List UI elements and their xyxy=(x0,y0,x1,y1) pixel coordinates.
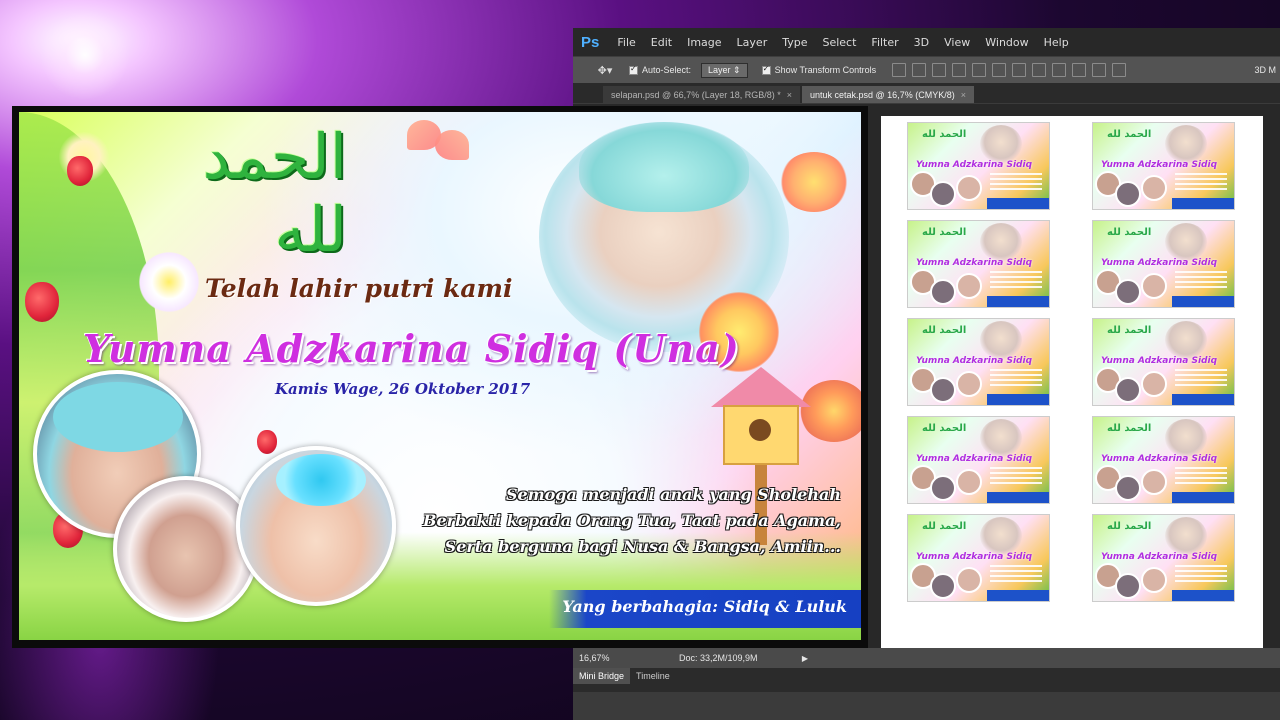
auto-select-option[interactable]: Auto-Select: xyxy=(629,64,692,75)
menu-layer[interactable]: Layer xyxy=(737,36,768,49)
auto-select-dropdown[interactable]: Layer ⇕ xyxy=(701,62,748,78)
menu-type[interactable]: Type xyxy=(782,36,807,49)
menu-bar: Ps File Edit Image Layer Type Select Fil… xyxy=(573,28,1280,56)
zoom-level[interactable]: 16,67% xyxy=(579,653,629,663)
print-sheet[interactable]: الحمد لله Yumna Adzkarina Sidiq الحمد لله… xyxy=(881,116,1263,648)
thumbnail-card: الحمد لله Yumna Adzkarina Sidiq xyxy=(1092,220,1235,308)
thumbnail-card: الحمد لله Yumna Adzkarina Sidiq xyxy=(907,416,1050,504)
menu-edit[interactable]: Edit xyxy=(651,36,672,49)
strawberry-decoration xyxy=(67,156,93,186)
align-right-icon[interactable] xyxy=(992,63,1007,77)
thumbnail-card: الحمد لله Yumna Adzkarina Sidiq xyxy=(1092,122,1235,210)
distribute-bottom-icon[interactable] xyxy=(1052,63,1067,77)
flower-decoration xyxy=(779,152,849,212)
tab-timeline[interactable]: Timeline xyxy=(630,668,676,684)
menu-image[interactable]: Image xyxy=(687,36,721,49)
status-bar: 16,67% Doc: 33,2M/109,9M ▶ xyxy=(573,648,1280,668)
close-icon[interactable]: × xyxy=(787,90,792,100)
distribute-hcenter-icon[interactable] xyxy=(1092,63,1107,77)
auto-select-label: Auto-Select: xyxy=(642,65,692,75)
baby-hat-photo xyxy=(579,122,749,212)
menu-help[interactable]: Help xyxy=(1044,36,1069,49)
thumbnail-card: الحمد لله Yumna Adzkarina Sidiq xyxy=(907,514,1050,602)
tab-label: untuk cetak.psd @ 16,7% (CMYK/8) xyxy=(810,89,955,100)
distribute-left-icon[interactable] xyxy=(1072,63,1087,77)
status-menu-arrow-icon[interactable]: ▶ xyxy=(799,652,811,664)
align-bottom-icon[interactable] xyxy=(932,63,947,77)
strawberry-decoration xyxy=(257,430,277,454)
align-vcenter-icon[interactable] xyxy=(912,63,927,77)
thumbnail-card: الحمد لله Yumna Adzkarina Sidiq xyxy=(1092,416,1235,504)
bottom-panel-tabs: Mini Bridge Timeline xyxy=(573,668,1280,692)
tab-selapan[interactable]: selapan.psd @ 66,7% (Layer 18, RGB/8) * … xyxy=(603,86,800,103)
menu-view[interactable]: View xyxy=(944,36,970,49)
wish-line: Berbakti kepada Orang Tua, Taat pada Aga… xyxy=(422,511,841,530)
photoshop-logo: Ps xyxy=(581,33,600,51)
options-bar: ✥▾ Auto-Select: Layer ⇕ Show Transform C… xyxy=(573,56,1280,83)
menu-filter[interactable]: Filter xyxy=(871,36,898,49)
auto-select-value: Layer xyxy=(708,64,731,75)
document-tabs: selapan.psd @ 66,7% (Layer 18, RGB/8) * … xyxy=(573,83,1280,103)
thumbnail-card: الحمد لله Yumna Adzkarina Sidiq xyxy=(907,122,1050,210)
move-tool-icon[interactable]: ✥▾ xyxy=(593,61,617,79)
distribute-vcenter-icon[interactable] xyxy=(1032,63,1047,77)
butterfly-decoration xyxy=(397,112,477,182)
show-transform-checkbox[interactable] xyxy=(761,64,771,75)
light-glow xyxy=(40,10,130,100)
menu-3d[interactable]: 3D xyxy=(914,36,929,49)
align-top-icon[interactable] xyxy=(892,63,907,77)
wish-line: Serta berguna bagi Nusa & Bangsa, Amiin.… xyxy=(444,537,841,556)
distribute-top-icon[interactable] xyxy=(1012,63,1027,77)
thumbnail-card: الحمد لله Yumna Adzkarina Sidiq xyxy=(907,318,1050,406)
thumbnail-card: الحمد لله Yumna Adzkarina Sidiq xyxy=(1092,514,1235,602)
baby-name: Yumna Adzkarina Sidiq (Una) xyxy=(83,326,740,371)
show-transform-label: Show Transform Controls xyxy=(774,65,877,75)
menu-window[interactable]: Window xyxy=(985,36,1028,49)
align-hcenter-icon[interactable] xyxy=(972,63,987,77)
wishes-text: Semoga menjadi anak yang Sholehah Berbak… xyxy=(423,482,841,560)
auto-select-checkbox[interactable] xyxy=(629,64,638,75)
show-transform-option[interactable]: Show Transform Controls xyxy=(761,64,877,75)
baby-photo-circle xyxy=(113,476,259,622)
doc-size: Doc: 33,2M/109,9M xyxy=(679,653,758,663)
thumbnail-card: الحمد لله Yumna Adzkarina Sidiq xyxy=(1092,318,1235,406)
menu-file[interactable]: File xyxy=(617,36,635,49)
parents-signature: Yang berbahagia: Sidiq & Luluk xyxy=(562,597,847,616)
tab-untuk-cetak[interactable]: untuk cetak.psd @ 16,7% (CMYK/8) × xyxy=(802,86,974,103)
close-icon[interactable]: × xyxy=(961,90,966,100)
tab-label: selapan.psd @ 66,7% (Layer 18, RGB/8) * xyxy=(611,89,781,100)
thumbnail-card: الحمد لله Yumna Adzkarina Sidiq xyxy=(907,220,1050,308)
tab-mini-bridge[interactable]: Mini Bridge xyxy=(573,668,631,684)
3d-mode-label[interactable]: 3D M xyxy=(1254,65,1276,75)
birth-date: Kamis Wage, 26 Oktober 2017 xyxy=(275,380,531,398)
align-buttons xyxy=(892,63,1127,77)
align-left-icon[interactable] xyxy=(952,63,967,77)
menu-select[interactable]: Select xyxy=(822,36,856,49)
baby-photo-circle xyxy=(236,446,396,606)
strawberry-decoration xyxy=(25,282,59,322)
distribute-right-icon[interactable] xyxy=(1112,63,1127,77)
wish-line: Semoga menjadi anak yang Sholehah xyxy=(505,485,841,504)
alhamdulillah-calligraphy: الحمد لله xyxy=(202,120,351,266)
announcement-headline: Telah lahir putri kami xyxy=(205,274,513,303)
birth-announcement-banner: الحمد لله Telah lahir putri kami Yumna A… xyxy=(19,112,861,640)
